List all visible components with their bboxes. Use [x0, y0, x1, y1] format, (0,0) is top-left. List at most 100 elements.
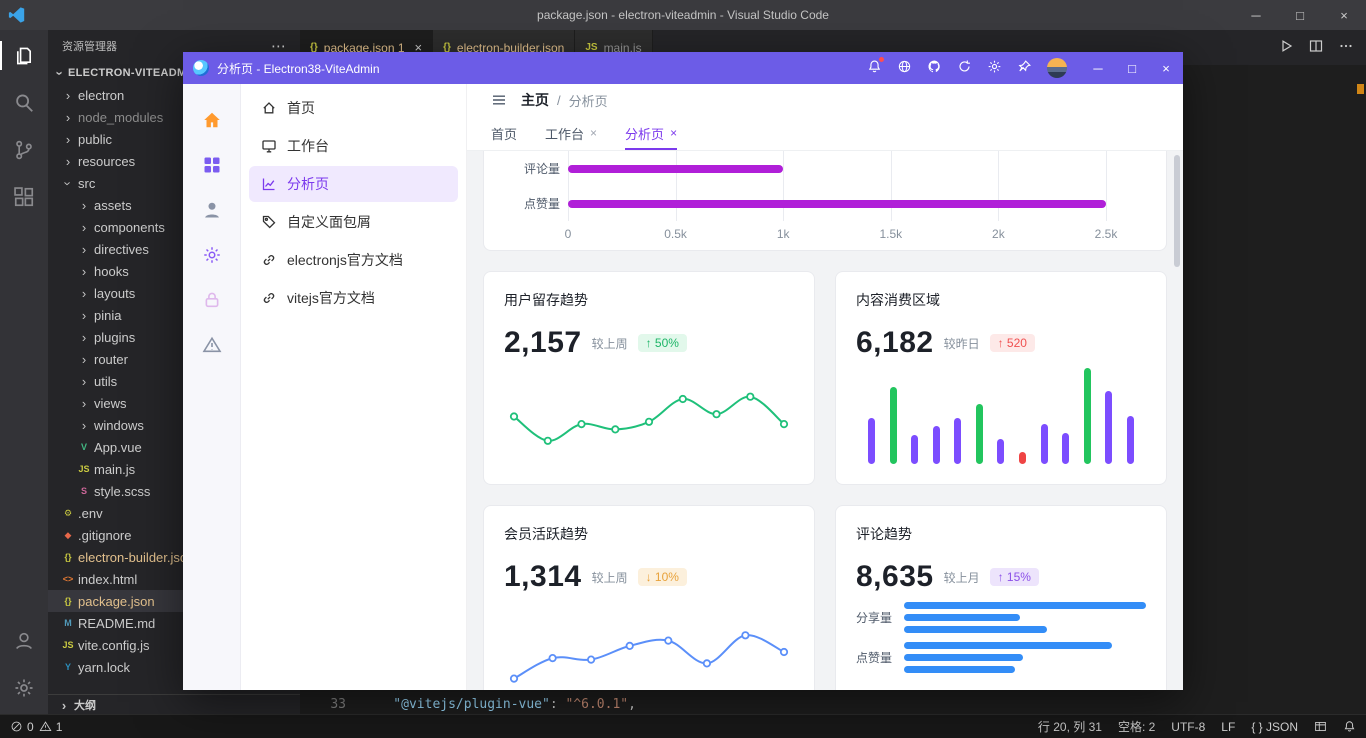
github-button[interactable]: [927, 59, 942, 77]
activity-files-button[interactable]: [0, 32, 48, 79]
rail-alert-button[interactable]: [200, 333, 224, 357]
rail-gear-button[interactable]: [200, 243, 224, 267]
menu-item-electronjs官方文档[interactable]: electronjs官方文档: [249, 242, 458, 278]
tree-item-label: assets: [94, 198, 132, 213]
tree-item-label: main.js: [94, 462, 135, 477]
bar: [1105, 391, 1112, 464]
minimize-icon[interactable]: ─: [1234, 0, 1278, 30]
status-item-4[interactable]: { } JSON: [1251, 720, 1298, 734]
status-item-0[interactable]: 行 20, 列 31: [1038, 718, 1102, 735]
page-tab-bar: 首页 工作台× 分析页×: [467, 116, 1183, 151]
app-window-title: 分析页 - Electron38-ViteAdmin: [217, 60, 380, 77]
editor-code-line[interactable]: 33 "@vitejs/plugin-vue": "^6.0.1",: [300, 694, 1366, 715]
tree-item-label: node_modules: [78, 110, 163, 125]
more-button[interactable]: [1338, 38, 1354, 57]
grid-icon: [202, 155, 222, 175]
split-button[interactable]: [1308, 38, 1324, 57]
yarn-file-icon: Y: [60, 662, 76, 672]
close-icon[interactable]: ×: [1322, 0, 1366, 30]
gear-button[interactable]: [987, 59, 1002, 77]
page-tab-分析页[interactable]: 分析页×: [625, 116, 677, 150]
vscode-window-title: package.json - electron-viteadmin - Visu…: [537, 8, 829, 22]
close-icon[interactable]: ×: [670, 126, 677, 140]
tree-item-label: resources: [78, 154, 135, 169]
tree-item-label: windows: [94, 418, 144, 433]
scrollbar-thumb[interactable]: [1174, 155, 1180, 267]
breadcrumb-root[interactable]: 主页: [521, 90, 549, 110]
chevron-right-icon: ›: [76, 286, 92, 301]
tree-item-label: plugins: [94, 330, 135, 345]
activity-scm-button[interactable]: [0, 126, 48, 173]
tree-item-label: pinia: [94, 308, 121, 323]
bar: [954, 418, 961, 464]
electron-app-window: 分析页 - Electron38-ViteAdmin ─ □ × 首页工作台分析…: [183, 52, 1183, 690]
json-file-icon: {}: [60, 596, 76, 606]
tree-item-label: index.html: [78, 572, 137, 587]
page-tab-首页[interactable]: 首页: [491, 116, 517, 150]
vscode-logo-icon: [0, 6, 34, 24]
activity-account-button[interactable]: [0, 617, 48, 664]
cards-row-1: 用户留存趋势 2,157 较上周 ↑ 50% 内容消费区域 6,182 较昨日: [483, 271, 1167, 485]
maximize-icon[interactable]: □: [1278, 0, 1322, 30]
alert-icon: [202, 335, 222, 355]
menu-item-label: 分析页: [287, 174, 329, 194]
rail-home-button[interactable]: [200, 108, 224, 132]
layout-button[interactable]: [1314, 720, 1327, 733]
status-item-1[interactable]: 空格: 2: [1118, 718, 1155, 735]
page-tab-工作台[interactable]: 工作台×: [545, 116, 597, 150]
notifications-button[interactable]: [1343, 720, 1356, 733]
status-item-3[interactable]: LF: [1221, 720, 1235, 734]
outline-section[interactable]: › 大纲: [48, 694, 300, 715]
chevron-right-icon: ›: [76, 308, 92, 323]
close-icon[interactable]: ×: [590, 126, 597, 140]
activity-gear-button[interactable]: [0, 664, 48, 711]
refresh-button[interactable]: [957, 59, 972, 77]
extensions-icon: [13, 186, 35, 208]
axis-tick-label: 0: [565, 227, 572, 241]
vscode-activity-bar: [0, 30, 48, 715]
bar: [568, 165, 783, 173]
menu-item-vitejs官方文档[interactable]: vitejs官方文档: [249, 280, 458, 316]
hamburger-icon[interactable]: [491, 92, 507, 108]
bar-track: [568, 200, 1106, 208]
warnings-indicator[interactable]: 1: [39, 720, 63, 734]
maximize-icon[interactable]: □: [1115, 52, 1149, 84]
minimize-icon[interactable]: ─: [1081, 52, 1115, 84]
engagement-chart-axis: 00.5k1k1.5k2k2.5k: [568, 227, 1106, 245]
rail-lock-button[interactable]: [200, 288, 224, 312]
bell-button[interactable]: [867, 59, 882, 77]
card-compare-label: 较上周: [592, 335, 628, 352]
chart-icon: [261, 176, 277, 192]
card-compare-label: 较上月: [944, 569, 980, 586]
rail-grid-button[interactable]: [200, 153, 224, 177]
menu-item-自定义面包屑[interactable]: 自定义面包屑: [249, 204, 458, 240]
activity-extensions-button[interactable]: [0, 173, 48, 220]
breadcrumb: 主页 / 分析页: [521, 90, 608, 110]
app-titlebar[interactable]: 分析页 - Electron38-ViteAdmin ─ □ ×: [183, 52, 1183, 84]
files-icon: [13, 45, 35, 67]
menu-item-首页[interactable]: 首页: [249, 90, 458, 126]
user-avatar[interactable]: [1047, 58, 1067, 78]
rail-user-button[interactable]: [200, 198, 224, 222]
activity-search-button[interactable]: [0, 79, 48, 126]
bar: [904, 614, 1020, 621]
dashboard-scroll-area[interactable]: 评论量点赞量 00.5k1k1.5k2k2.5k 用户留存趋势 2,157 较上…: [467, 151, 1183, 690]
errors-indicator[interactable]: 0: [10, 720, 34, 734]
menu-item-工作台[interactable]: 工作台: [249, 128, 458, 164]
page-tab-label: 首页: [491, 124, 517, 143]
error-icon: [10, 720, 23, 733]
status-item-2[interactable]: UTF-8: [1171, 720, 1205, 734]
tree-item-label: package.json: [78, 594, 155, 609]
line-chart: [504, 602, 794, 690]
close-icon[interactable]: ×: [1149, 52, 1183, 84]
bar: [568, 200, 1106, 208]
pin-button[interactable]: [1017, 59, 1032, 77]
globe-button[interactable]: [897, 59, 912, 77]
run-button[interactable]: [1278, 38, 1294, 57]
status-problems[interactable]: 01: [10, 720, 62, 734]
pin-icon: [1017, 59, 1032, 74]
bar-track: [568, 165, 1106, 173]
chevron-right-icon: ›: [76, 198, 92, 213]
menu-item-分析页[interactable]: 分析页: [249, 166, 458, 202]
comment-trend-card: 评论趋势 8,635 较上月 ↑ 15% 分享量点赞量: [835, 505, 1167, 690]
